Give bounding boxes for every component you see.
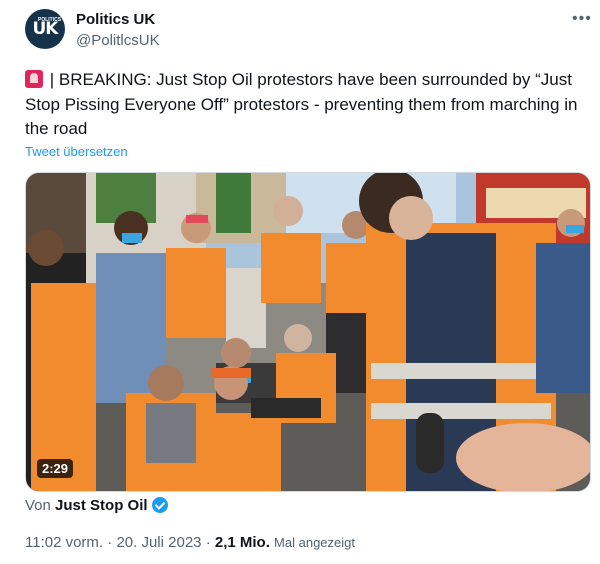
- tweet-date[interactable]: 20. Juli 2023: [116, 534, 201, 551]
- verified-badge-icon: [151, 497, 168, 513]
- police-light-icon: [25, 70, 43, 88]
- account-name[interactable]: Politics UK: [76, 11, 155, 28]
- video-duration: 2:29: [37, 459, 74, 478]
- meta-separator: ·: [107, 534, 113, 551]
- views-count: 2,1 Mio.: [214, 534, 270, 551]
- video-source: Von Just Stop Oil: [25, 497, 168, 514]
- account-handle[interactable]: @PolitlcsUK: [76, 32, 160, 49]
- tweet-body: | BREAKING: Just Stop Oil protestors hav…: [25, 70, 578, 138]
- video-frame: [26, 173, 590, 491]
- tweet-text: | BREAKING: Just Stop Oil protestors hav…: [25, 68, 585, 142]
- avatar[interactable]: POLITICS UK: [25, 9, 65, 49]
- avatar-small-text: POLITICS: [38, 17, 62, 23]
- more-options-icon[interactable]: •••: [572, 10, 592, 28]
- meta-separator: ·: [205, 534, 211, 551]
- tweet-meta: 11:02 vorm. · 20. Juli 2023 · 2,1 Mio. M…: [25, 534, 355, 551]
- tweet-time[interactable]: 11:02 vorm.: [25, 534, 103, 551]
- source-prefix: Von: [25, 497, 51, 514]
- video-player[interactable]: 2:29: [25, 172, 591, 492]
- translate-link[interactable]: Tweet übersetzen: [25, 144, 128, 159]
- views-label: Mal angezeigt: [274, 535, 355, 550]
- source-name[interactable]: Just Stop Oil: [55, 497, 148, 514]
